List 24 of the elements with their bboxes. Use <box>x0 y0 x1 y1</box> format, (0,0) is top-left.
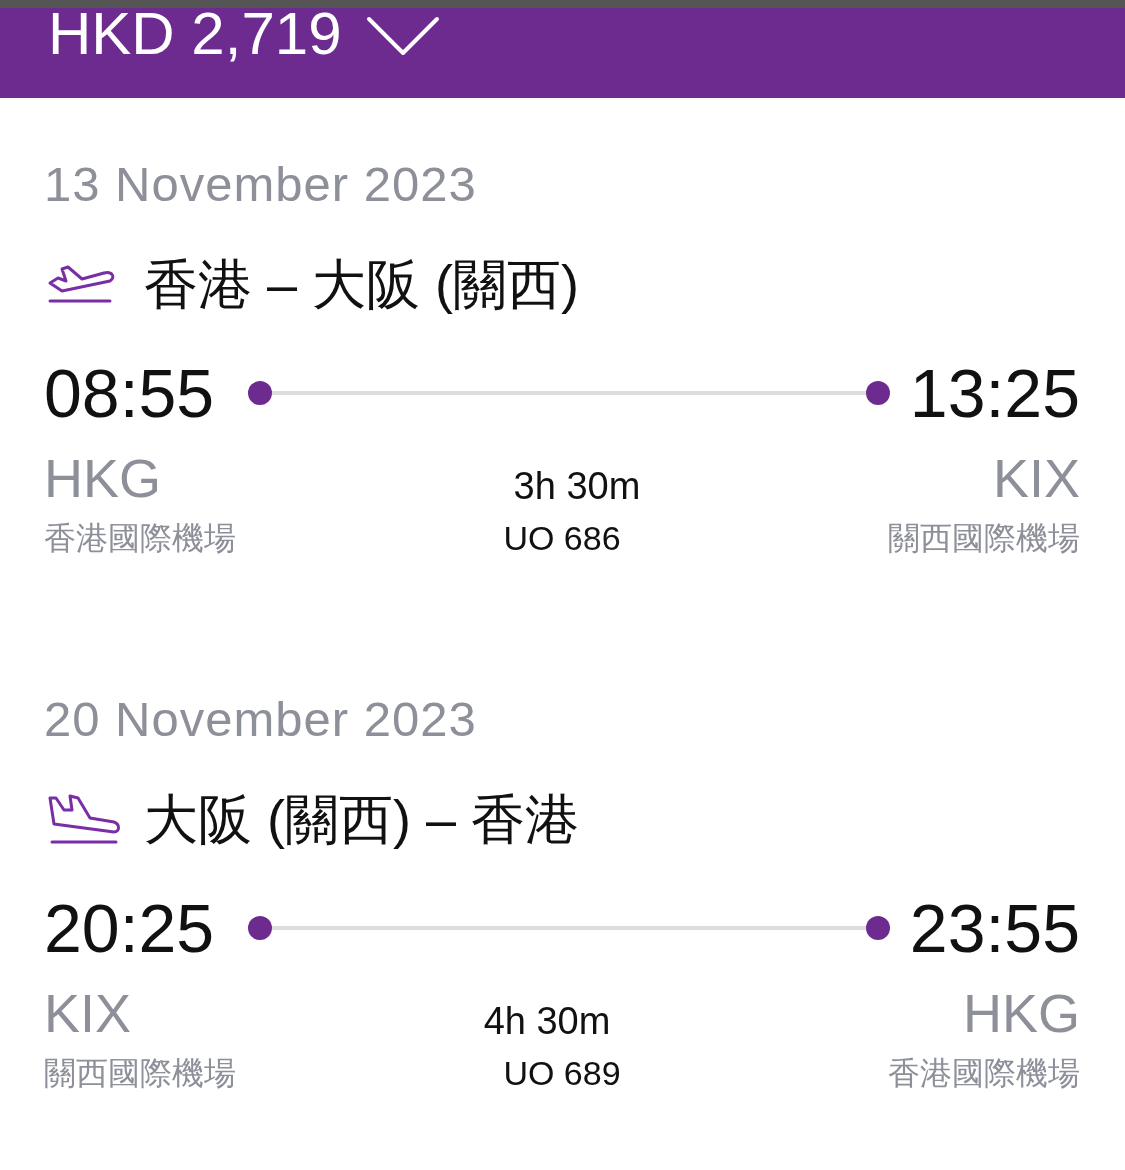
price-text: HKD 2,719 <box>48 8 342 60</box>
timeline-dot <box>865 916 890 940</box>
arrival-time: 13:25 <box>909 359 1080 427</box>
airport-code: KIX <box>992 451 1080 505</box>
timeline-dot <box>248 916 273 940</box>
airport-name: 香港國際機場 <box>44 522 236 554</box>
airport-code: HKG <box>44 451 162 505</box>
timeline-dot <box>865 381 890 405</box>
flight-duration: 4h 30m <box>483 1002 611 1040</box>
airport-code: HKG <box>962 986 1080 1040</box>
airport-name: 香港國際機場 <box>888 1057 1080 1089</box>
arrival-time: 23:55 <box>909 894 1080 962</box>
departure-time: 08:55 <box>44 359 215 427</box>
airport-code: KIX <box>44 986 132 1040</box>
airport-name: 關西國際機場 <box>888 522 1080 554</box>
flight-date: 13 November 2023 <box>44 160 478 209</box>
flight-duration: 3h 30m <box>513 467 641 505</box>
departure-time: 20:25 <box>44 894 215 962</box>
airport-name: 關西國際機場 <box>44 1057 236 1089</box>
price-bar[interactable]: HKD 2,719 <box>0 8 1125 98</box>
flight-date: 20 November 2023 <box>44 695 478 744</box>
flight-number: UO 689 <box>503 1056 621 1090</box>
flight-number: UO 686 <box>503 521 621 555</box>
timeline-dot <box>248 381 273 405</box>
